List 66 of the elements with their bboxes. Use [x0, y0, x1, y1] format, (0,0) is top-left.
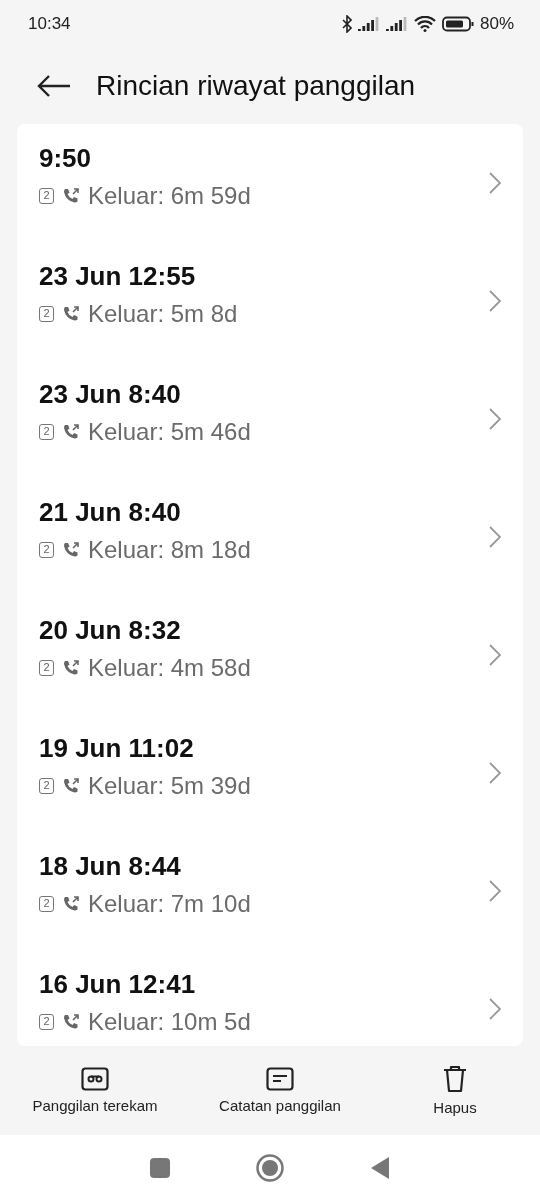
call-time: 23 Jun 8:40	[39, 378, 182, 410]
call-duration: Keluar: 8m 18d	[88, 535, 251, 564]
chevron-right-icon	[489, 408, 501, 430]
call-duration: Keluar: 5m 39d	[88, 771, 251, 800]
chevron-right-icon	[489, 998, 501, 1020]
back-arrow-icon[interactable]	[36, 74, 72, 98]
recents-icon[interactable]	[150, 1157, 170, 1178]
signal-icon	[385, 17, 408, 31]
chevron-right-icon	[489, 880, 501, 902]
call-duration: Keluar: 4m 58d	[88, 653, 251, 682]
call-entry[interactable]: 20 Jun 8:32 2 Keluar: 4m 58d	[17, 596, 523, 714]
call-time: 18 Jun 8:44	[39, 850, 182, 882]
sim-badge: 2	[39, 187, 54, 204]
call-entry[interactable]: 18 Jun 8:44 2 Keluar: 7m 10d	[17, 832, 523, 950]
battery-percent: 80%	[479, 14, 514, 34]
status-time: 10:34	[28, 14, 72, 34]
outgoing-call-icon	[62, 540, 80, 559]
chevron-right-icon	[489, 762, 501, 784]
outgoing-call-icon	[62, 658, 80, 677]
note-icon	[266, 1067, 294, 1091]
sim-badge: 2	[39, 777, 54, 794]
back-icon[interactable]	[370, 1155, 390, 1180]
sim-badge: 2	[39, 541, 54, 558]
home-icon[interactable]	[256, 1153, 284, 1182]
call-entry[interactable]: 23 Jun 8:40 2 Keluar: 5m 46d	[17, 360, 523, 478]
outgoing-call-icon	[62, 894, 80, 913]
action-button[interactable]: Panggilan terekam	[0, 1061, 190, 1120]
call-entry[interactable]: 9:50 2 Keluar: 6m 59d	[17, 124, 523, 242]
call-entry[interactable]: 23 Jun 12:55 2 Keluar: 5m 8d	[17, 242, 523, 360]
call-entry[interactable]: 16 Jun 12:41 2 Keluar: 10m 5d	[17, 950, 523, 1046]
call-duration: Keluar: 7m 10d	[88, 889, 251, 918]
chevron-right-icon	[489, 290, 501, 312]
sim-badge: 2	[39, 1013, 54, 1030]
sim-badge: 2	[39, 305, 54, 322]
call-duration: Keluar: 5m 8d	[88, 299, 238, 328]
signal-icon	[357, 17, 380, 31]
trash-icon	[442, 1065, 468, 1093]
call-time: 21 Jun 8:40	[39, 496, 182, 528]
outgoing-call-icon	[62, 422, 80, 441]
bluetooth-icon	[341, 15, 352, 33]
sim-badge: 2	[39, 659, 54, 676]
chevron-right-icon	[489, 644, 501, 666]
voicemail-icon	[81, 1067, 109, 1091]
action-button[interactable]: Hapus	[370, 1059, 540, 1122]
page-title: Rincian riwayat panggilan	[96, 70, 416, 102]
call-time: 9:50	[39, 142, 93, 174]
call-time: 19 Jun 11:02	[39, 732, 195, 764]
call-entry[interactable]: 19 Jun 11:02 2 Keluar: 5m 39d	[17, 714, 523, 832]
sim-badge: 2	[39, 423, 54, 440]
call-duration: Keluar: 5m 46d	[88, 417, 251, 446]
call-time: 23 Jun 12:55	[39, 260, 197, 292]
call-duration: Keluar: 10m 5d	[88, 1007, 251, 1036]
chevron-right-icon	[489, 526, 501, 548]
outgoing-call-icon	[62, 1012, 80, 1031]
outgoing-call-icon	[62, 304, 80, 323]
action-button[interactable]: Catatan panggilan	[190, 1061, 370, 1120]
wifi-icon	[413, 16, 436, 32]
call-time: 16 Jun 12:41	[39, 968, 197, 1000]
chevron-right-icon	[489, 172, 501, 194]
outgoing-call-icon	[62, 776, 80, 795]
call-duration: Keluar: 6m 59d	[88, 181, 251, 210]
sim-badge: 2	[39, 895, 54, 912]
outgoing-call-icon	[62, 186, 80, 205]
call-time: 20 Jun 8:32	[39, 614, 182, 646]
call-entry[interactable]: 21 Jun 8:40 2 Keluar: 8m 18d	[17, 478, 523, 596]
battery-icon	[441, 16, 474, 32]
